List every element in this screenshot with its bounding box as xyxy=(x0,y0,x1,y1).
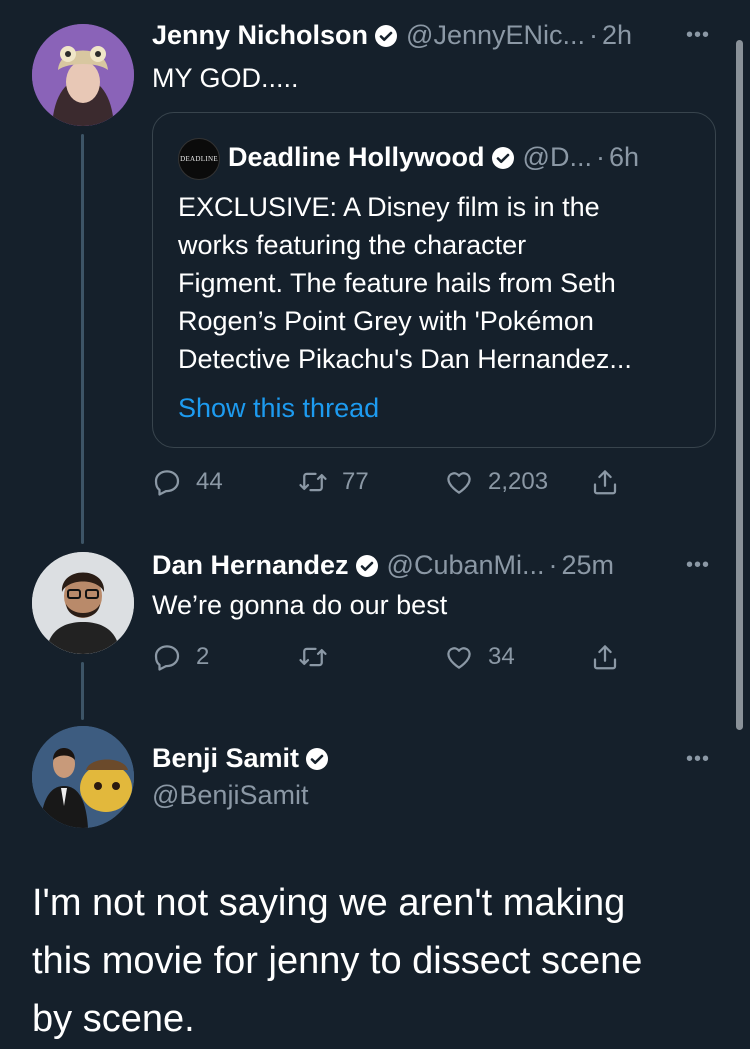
verified-badge-icon xyxy=(355,554,378,577)
quoted-tweet-card[interactable]: DEADLINE Deadline Hollywood @D... · 6h E… xyxy=(152,112,716,448)
share-icon xyxy=(593,470,617,495)
tweet-text-line: this movie for jenny to dissect scene xyxy=(32,940,643,982)
thread-line xyxy=(81,134,84,544)
like-button[interactable]: 2,203 xyxy=(444,467,548,497)
tweet-text-line: I'm not not saying we aren't making xyxy=(32,882,626,924)
tweet-header: Benji Samit xyxy=(152,743,329,774)
tweet-header: Jenny Nicholson @JennyENic... · 2h xyxy=(152,20,632,51)
reply-count: 2 xyxy=(196,643,210,670)
quote-header: Deadline Hollywood @D... · 6h xyxy=(228,142,639,173)
more-horizontal-icon[interactable]: ••• xyxy=(686,24,710,47)
retweet-icon xyxy=(299,472,327,492)
more-horizontal-icon[interactable]: ••• xyxy=(686,554,710,577)
heart-icon xyxy=(447,647,471,669)
reply-icon xyxy=(154,470,180,496)
separator-dot: · xyxy=(595,142,605,172)
handle[interactable]: @CubanMi... xyxy=(387,550,545,581)
avatar-benji[interactable] xyxy=(32,726,134,828)
handle-row: @BenjiSamit xyxy=(144,780,308,811)
timestamp[interactable]: 2h xyxy=(602,20,632,51)
avatar-dan[interactable] xyxy=(32,552,134,654)
share-button[interactable] xyxy=(590,467,634,497)
reply-count: 44 xyxy=(196,468,223,495)
retweet-button[interactable] xyxy=(298,642,342,672)
quote-text-line: EXCLUSIVE: A Disney film is in the xyxy=(178,192,600,222)
tweet-text-line: by scene. xyxy=(32,998,195,1040)
verified-badge-icon xyxy=(375,24,398,47)
quote-text-line: Figment. The feature hails from Seth xyxy=(178,268,616,298)
quote-display-name: Deadline Hollywood xyxy=(228,142,485,172)
verified-badge-icon xyxy=(306,747,329,770)
retweet-icon xyxy=(299,647,327,667)
reply-button[interactable]: 2 xyxy=(152,642,209,672)
like-count: 34 xyxy=(488,643,515,670)
heart-icon xyxy=(447,472,471,494)
timestamp[interactable]: 25m xyxy=(562,550,615,581)
quote-text: EXCLUSIVE: A Disney film is in the works… xyxy=(178,188,708,378)
tweet-text: I'm not not saying we aren't making this… xyxy=(32,874,732,1048)
reply-icon xyxy=(154,645,180,671)
handle[interactable]: @BenjiSamit xyxy=(152,780,308,811)
thread-line xyxy=(81,662,84,720)
tweet-header: Dan Hernandez @CubanMi... · 25m xyxy=(152,550,614,581)
quote-text-line: Rogen’s Point Grey with 'Pokémon xyxy=(178,306,594,336)
avatar-jenny[interactable] xyxy=(32,24,134,126)
quote-handle: @D... xyxy=(522,142,592,172)
reply-button[interactable]: 44 xyxy=(152,467,223,497)
share-button[interactable] xyxy=(590,642,634,672)
retweet-button[interactable]: 77 xyxy=(298,467,369,497)
share-icon xyxy=(593,645,617,670)
retweet-count: 77 xyxy=(342,468,369,495)
tweet-text: MY GOD..... xyxy=(152,63,299,93)
quote-timestamp: 6h xyxy=(608,142,639,172)
quote-text-line: Detective Pikachu's Dan Hernandez... xyxy=(178,344,632,374)
handle[interactable]: @JennyENic... xyxy=(406,20,585,51)
like-count: 2,203 xyxy=(488,468,549,495)
display-name[interactable]: Dan Hernandez xyxy=(152,550,349,581)
scrollbar[interactable] xyxy=(736,40,743,730)
like-button[interactable]: 34 xyxy=(444,642,515,672)
deadline-logo: DEADLINE xyxy=(178,138,220,180)
separator-dot: · xyxy=(548,550,558,580)
show-thread-link[interactable]: Show this thread xyxy=(178,389,379,427)
display-name[interactable]: Jenny Nicholson xyxy=(152,20,368,51)
display-name[interactable]: Benji Samit xyxy=(152,743,299,774)
quote-text-line: works featuring the character xyxy=(178,230,527,260)
tweet-text: We’re gonna do our best xyxy=(152,590,448,620)
more-horizontal-icon[interactable]: ••• xyxy=(686,748,710,771)
separator-dot: · xyxy=(589,20,599,50)
verified-badge-icon xyxy=(491,146,514,169)
